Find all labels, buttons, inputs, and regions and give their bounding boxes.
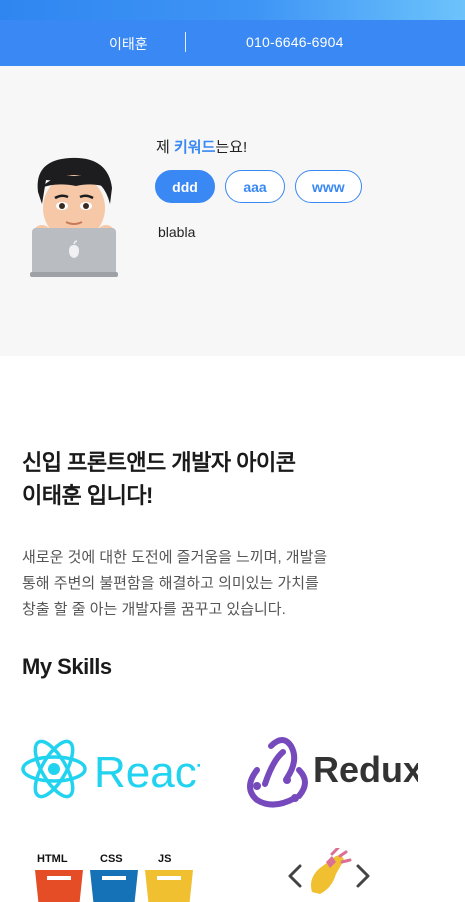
keyword-tag-list: ddd aaa www	[155, 170, 362, 203]
intro-body-line3: 창출 할 줄 아는 개발자를 꿈꾸고 있습니다.	[22, 601, 286, 618]
intro-title-line2: 이태훈 입니다!	[22, 483, 153, 508]
header-phone[interactable]: 010-6646-6904	[246, 34, 344, 50]
react-label: React	[94, 748, 200, 797]
redux-label: Redux	[313, 749, 418, 790]
intro-body: 새로운 것에 대한 도전에 즐거움을 느끼며, 개발을 통해 주변의 불편함을 …	[22, 545, 372, 623]
html-label: HTML	[37, 853, 68, 865]
header-name: 이태훈	[109, 36, 148, 52]
intro-title: 신입 프론트앤드 개발자 아이콘 이태훈 입니다!	[22, 446, 352, 512]
skills-title: My Skills	[22, 654, 112, 679]
keyword-tag-www[interactable]: www	[295, 170, 362, 203]
header-divider	[185, 32, 186, 52]
redux-icon: Redux	[247, 737, 418, 808]
profile-section: 제 키워드는요! ddd aaa www blabla	[0, 66, 465, 356]
intro-title-line1: 신입 프론트앤드 개발자 아이콘	[22, 450, 296, 475]
keyword-tag-aaa[interactable]: aaa	[225, 170, 285, 203]
header-bar: 이태훈 010-6646-6904	[0, 20, 465, 66]
styled-components-icon	[288, 848, 370, 894]
js-label: JS	[158, 853, 171, 865]
keyword-title-suffix: 는요!	[215, 139, 248, 156]
intro-body-line2: 통해 주변의 불편함을 해결하고 의미있는 가치를	[22, 575, 319, 592]
keyword-title-highlight: 키워드	[173, 139, 216, 156]
top-banner-strip	[0, 0, 465, 20]
keyword-title: 제 키워드는요!	[156, 136, 247, 157]
keyword-title-prefix: 제	[156, 139, 174, 156]
html-css-js-icon: HTML CSS JS	[35, 853, 193, 902]
profile-description: blabla	[158, 224, 196, 240]
avatar	[30, 157, 118, 277]
intro-body-line1: 새로운 것에 대한 도전에 즐거움을 느끼며, 개발을	[22, 549, 328, 566]
keyword-tag-ddd[interactable]: ddd	[155, 170, 215, 203]
css-label: CSS	[100, 853, 123, 865]
react-icon: React	[21, 739, 200, 799]
